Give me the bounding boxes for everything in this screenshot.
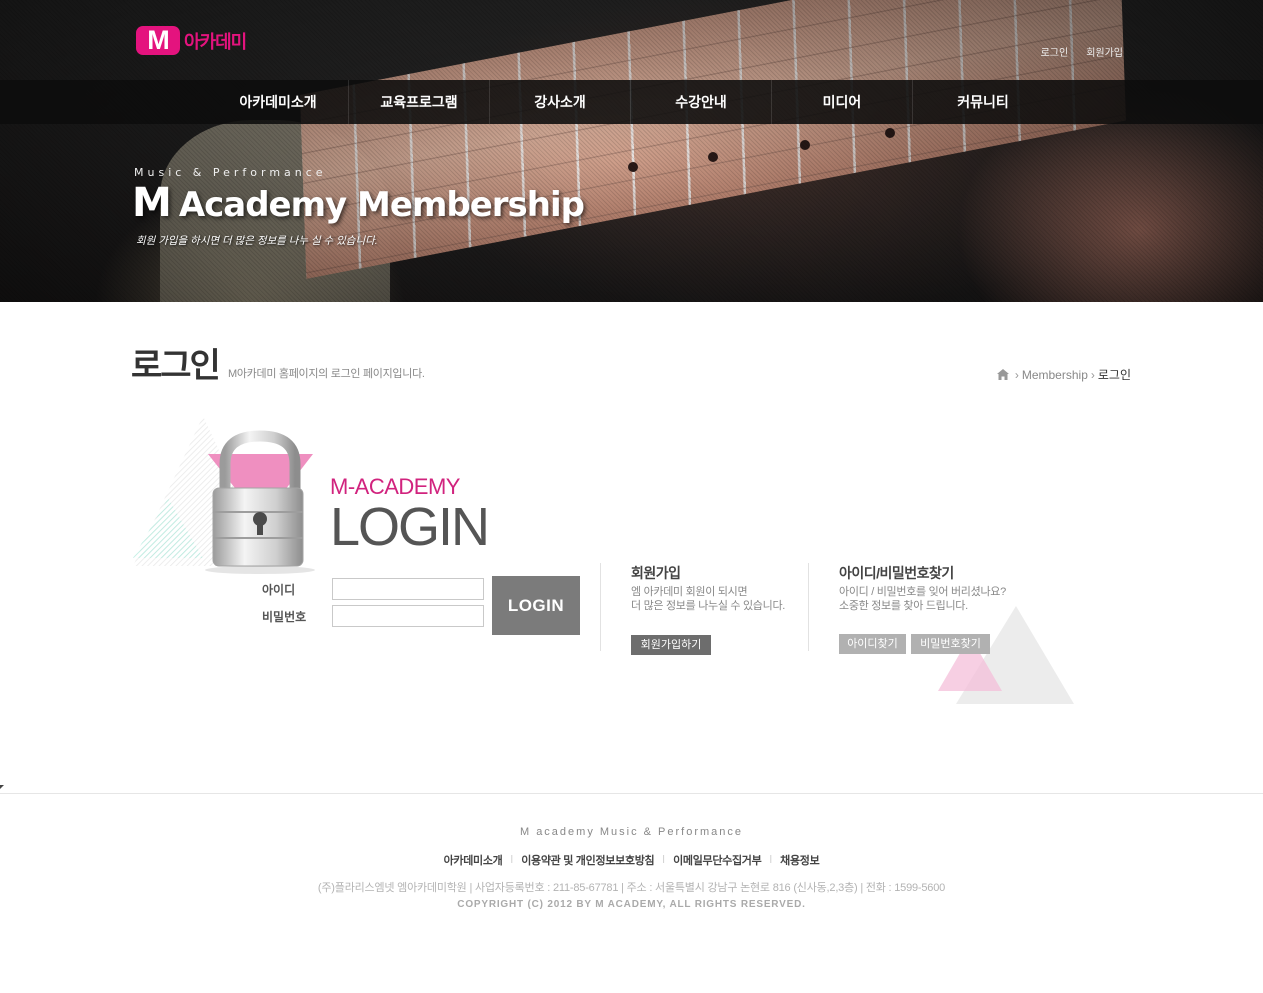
breadcrumb: › Membership › 로그인 [996,366,1131,383]
util-login-link[interactable]: 로그인 [1041,44,1069,59]
page-description: M아카데미 홈페이지의 로그인 페이지입니다. [228,368,425,380]
divider [808,563,809,651]
id-input[interactable] [332,578,484,600]
nav-item-programs[interactable]: 교육프로그램 [349,80,490,124]
hero-tagline: Music & Performance [134,166,327,179]
util-join-link[interactable]: 회원가입 [1086,44,1123,59]
breadcrumb-current: 로그인 [1097,368,1131,382]
find-title: 아이디/비밀번호찾기 [839,565,954,581]
id-label: 아이디 [262,583,296,597]
password-label: 비밀번호 [262,610,307,624]
divider [600,563,601,651]
hero-title-text: Academy Membership [178,185,585,225]
chevron-right-icon: › [1090,367,1095,382]
footer-link-terms[interactable]: 이용약관 및 개인정보보호방침 [521,852,654,868]
password-input[interactable] [332,605,484,627]
hero-title: M Academy Membership [132,180,585,226]
footer-link-academy[interactable]: 아카데미소개 [444,852,503,868]
logo-text: 아카데미 [184,31,247,52]
triangle-decoration [938,606,1074,704]
login-brand-main: LOGIN [330,497,490,557]
chevron-right-icon: › [1014,367,1019,382]
hero-subtitle: 회원 가입을 하시면 더 많은 정보를 나누 실 수 있습니다. [136,235,378,247]
nav-item-media[interactable]: 미디어 [772,80,913,124]
join-description: 엠 아카데미 회원이 되시면 더 많은 정보를 나누실 수 있습니다. [631,586,786,612]
footer-link-email-policy[interactable]: 이메일무단수집거부 [673,852,762,868]
footer-brand: M academy Music & Performance [519,826,744,838]
footer-links: 아카데미소개 | 이용약관 및 개인정보보호방침 | 이메일무단수집거부 | 채… [443,852,820,868]
find-description: 아이디 / 비밀번호를 잊어 버리셨나요? 소중한 정보를 찾아 드립니다. [839,586,1006,612]
logo-mark: M [136,26,180,55]
join-button[interactable]: 회원가입하기 [631,635,711,655]
join-title: 회원가입 [631,565,681,581]
footer-divider [0,793,1263,794]
site-logo[interactable]: M 아카데미 [136,26,247,55]
page-title: 로그인 [131,347,221,385]
hero-banner: M 아카데미 로그인 회원가입 아카데미소개 교육프로그램 강사소개 수강안내 … [0,0,1263,302]
nav-item-enrollment[interactable]: 수강안내 [631,80,772,124]
footer-link-careers[interactable]: 채용정보 [780,852,820,868]
login-button[interactable]: LOGIN [492,576,580,635]
find-password-button[interactable]: 비밀번호찾기 [911,634,990,654]
home-icon[interactable] [996,369,1009,380]
footer-address: (주)플라리스엠넷 엠아카데미학원 | 사업자등록번호 : 211-85-677… [317,882,946,894]
hero-title-mark: M [132,180,172,226]
login-heading: M-ACADEMY LOGIN [330,474,490,557]
nav-item-instructors[interactable]: 강사소개 [490,80,631,124]
breadcrumb-membership[interactable]: Membership [1022,368,1088,382]
nav-item-community[interactable]: 커뮤니티 [913,80,1053,124]
find-id-button[interactable]: 아이디찾기 [839,634,906,654]
padlock-icon [133,416,315,574]
footer-copyright: COPYRIGHT (C) 2012 BY M ACADEMY, ALL RIG… [457,899,806,910]
main-nav: 아카데미소개 교육프로그램 강사소개 수강안내 미디어 커뮤니티 [0,80,1263,124]
utility-links: 로그인 회원가입 [1041,44,1123,59]
nav-item-academy[interactable]: 아카데미소개 [208,80,349,124]
